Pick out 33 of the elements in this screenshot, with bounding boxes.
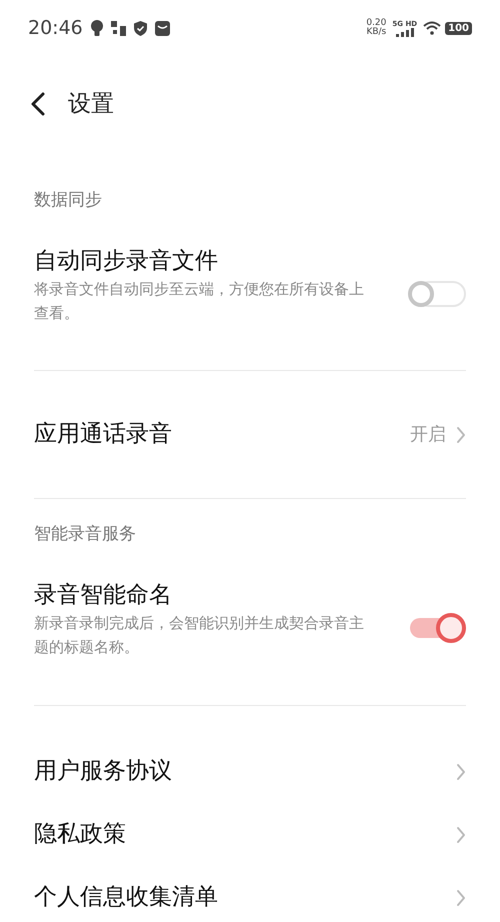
- speed-value: 0.20: [366, 19, 386, 28]
- setting-title: 录音智能命名: [34, 581, 173, 610]
- settings-row[interactable]: 个人信息收集清单: [34, 866, 466, 922]
- chevron-right-icon: [456, 826, 466, 844]
- setting-title: 自动同步录音文件: [34, 247, 219, 276]
- section-label: 数据同步: [34, 189, 103, 212]
- shield-icon: [134, 20, 147, 36]
- chevron-right-icon: [456, 426, 466, 444]
- section-label: 智能录音服务: [34, 523, 137, 546]
- app-icon: [110, 20, 126, 36]
- setting-value: 开启: [410, 423, 446, 447]
- setting-title: 个人信息收集清单: [34, 883, 219, 912]
- signal-icon: [396, 28, 414, 36]
- toggle-switch[interactable]: [408, 279, 466, 309]
- chevron-right-icon: [456, 762, 466, 780]
- battery-indicator: 100: [445, 22, 472, 34]
- setting-title: 用户服务协议: [34, 757, 173, 786]
- chevron-right-icon: [456, 888, 466, 906]
- clock: 20:46: [28, 16, 83, 41]
- back-icon[interactable]: [30, 92, 46, 116]
- speed-unit: KB/s: [366, 28, 386, 37]
- wifi-icon: [423, 21, 442, 35]
- page-title: 设置: [68, 90, 114, 119]
- toggle-switch[interactable]: [408, 613, 466, 643]
- settings-row[interactable]: 隐私政策: [34, 803, 466, 866]
- setting-title: 应用通话录音: [34, 420, 173, 450]
- setting-title: 隐私政策: [34, 820, 127, 850]
- bulb-icon: [90, 20, 103, 36]
- settings-row[interactable]: 用户服务协议: [34, 740, 466, 803]
- setting-description: 将录音文件自动同步至云端，方便您在所有设备上查看。: [34, 279, 365, 324]
- mail-icon: [154, 20, 170, 36]
- settings-row[interactable]: 应用通话录音 开启: [34, 371, 466, 498]
- setting-description: 新录音录制完成后，会智能识别并生成契合录音主题的标题名称。: [34, 613, 365, 658]
